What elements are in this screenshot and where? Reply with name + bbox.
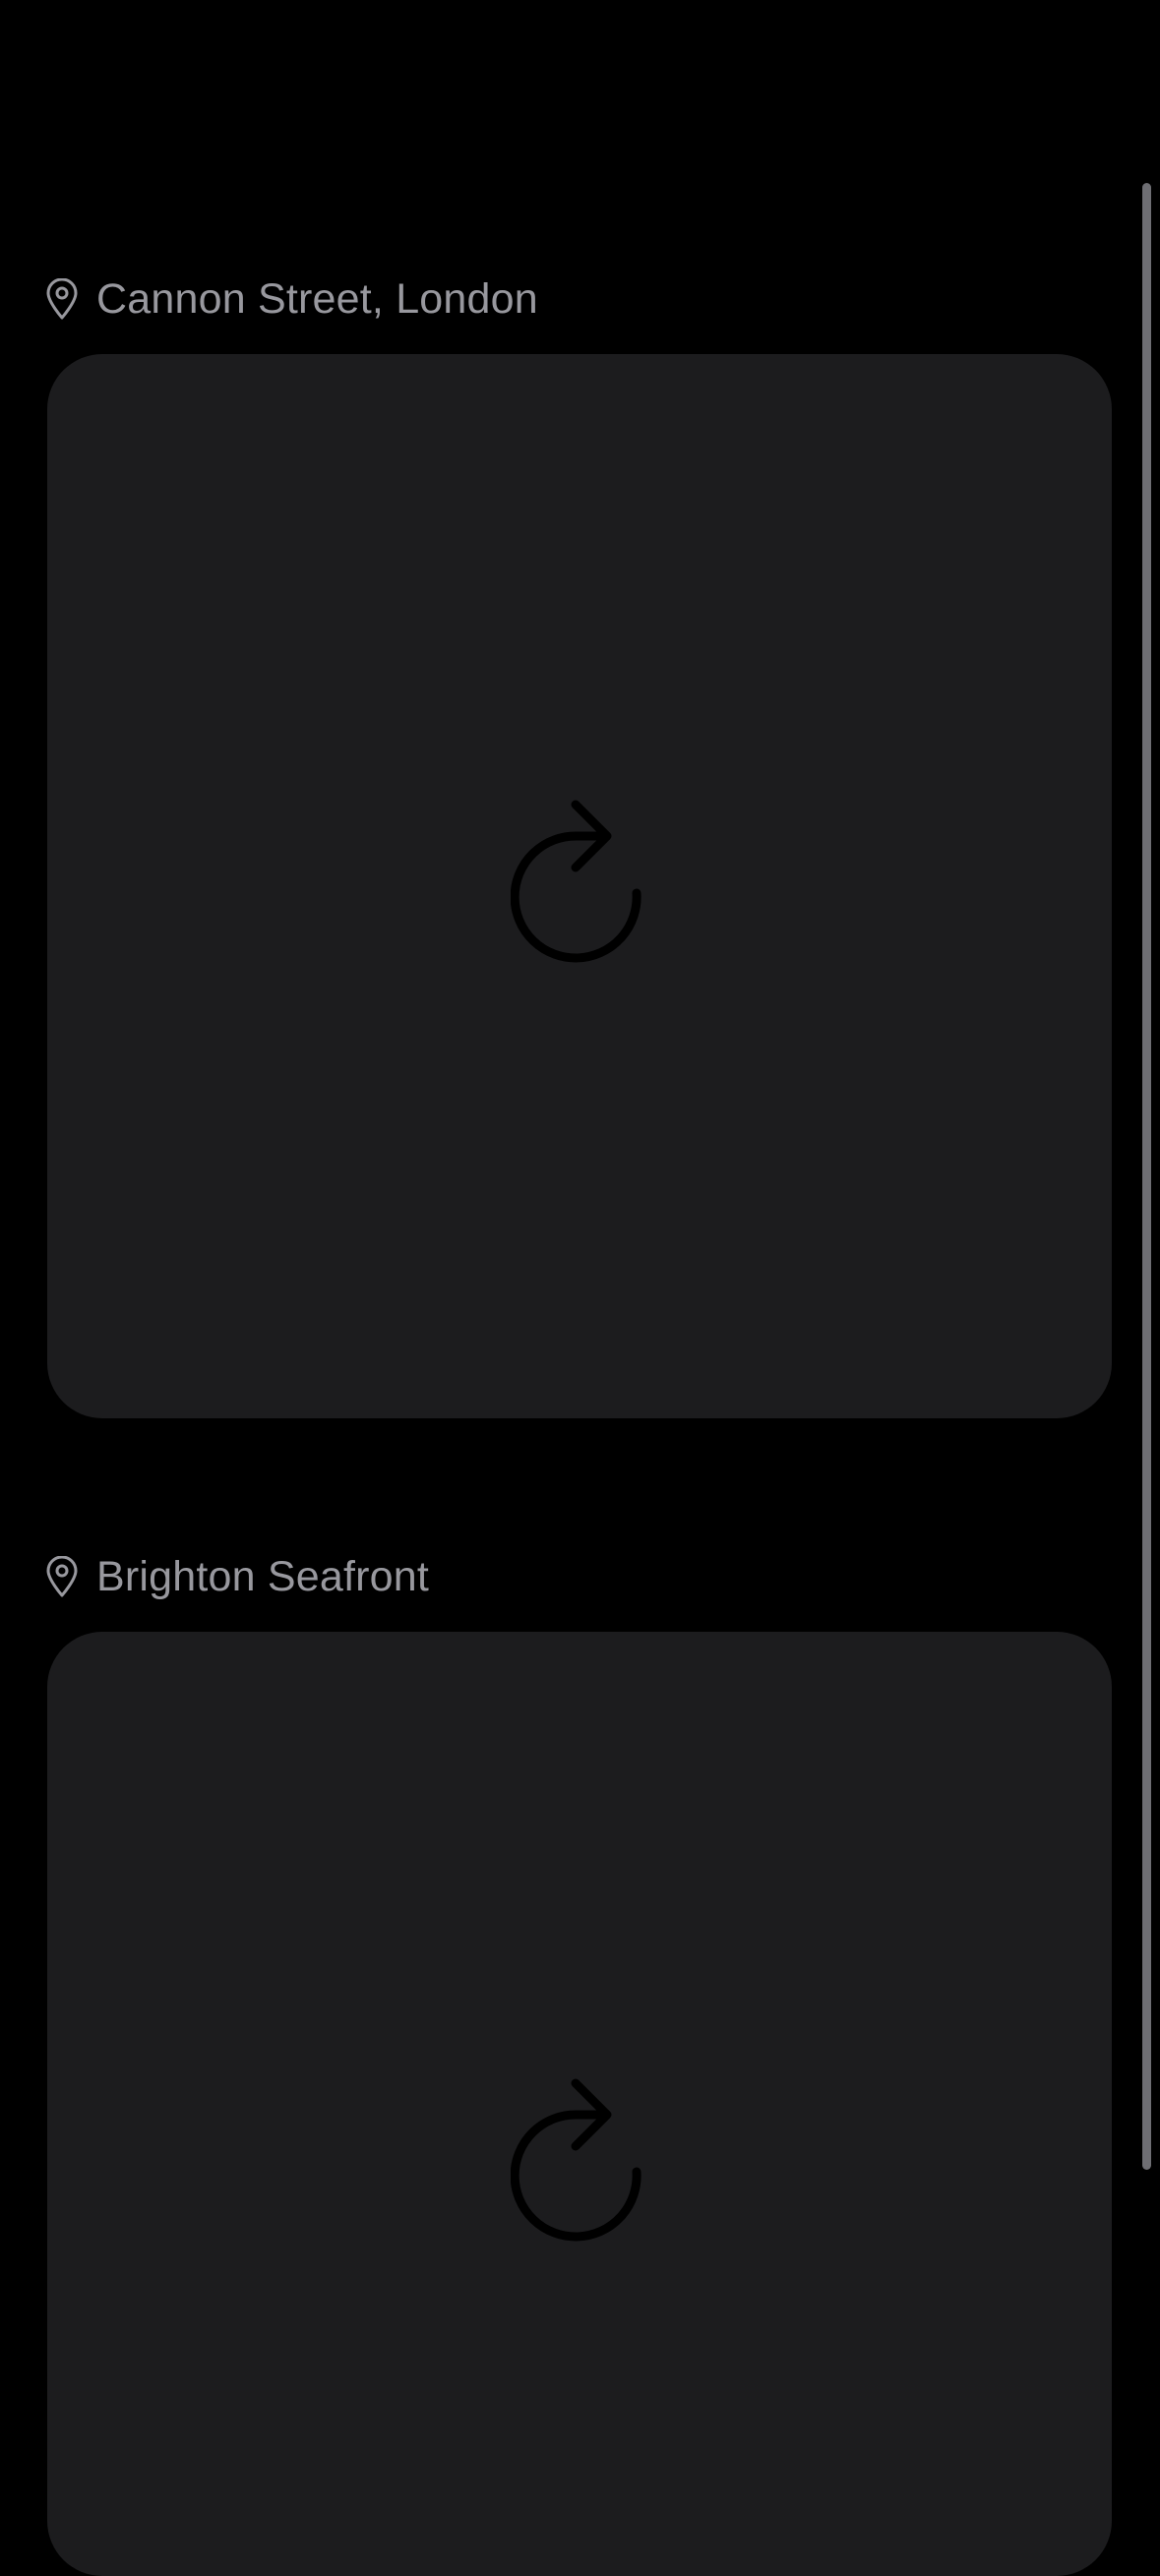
reload-icon[interactable] — [511, 797, 648, 964]
location-label[interactable]: Brighton Seafront — [45, 1547, 429, 1606]
location-label[interactable]: Cannon Street, London — [45, 270, 538, 329]
reload-icon[interactable] — [511, 2075, 648, 2243]
location-name: Brighton Seafront — [96, 1552, 430, 1600]
location-name: Cannon Street, London — [96, 274, 538, 323]
photo-card[interactable] — [47, 1632, 1112, 2576]
photo-card[interactable] — [47, 354, 1112, 1418]
photo-feed[interactable]: Cannon Street, London Brighton Seafront — [0, 0, 1160, 2576]
vertical-scrollbar[interactable] — [1142, 183, 1151, 2170]
map-pin-icon — [45, 1556, 79, 1597]
map-pin-icon — [45, 278, 79, 320]
